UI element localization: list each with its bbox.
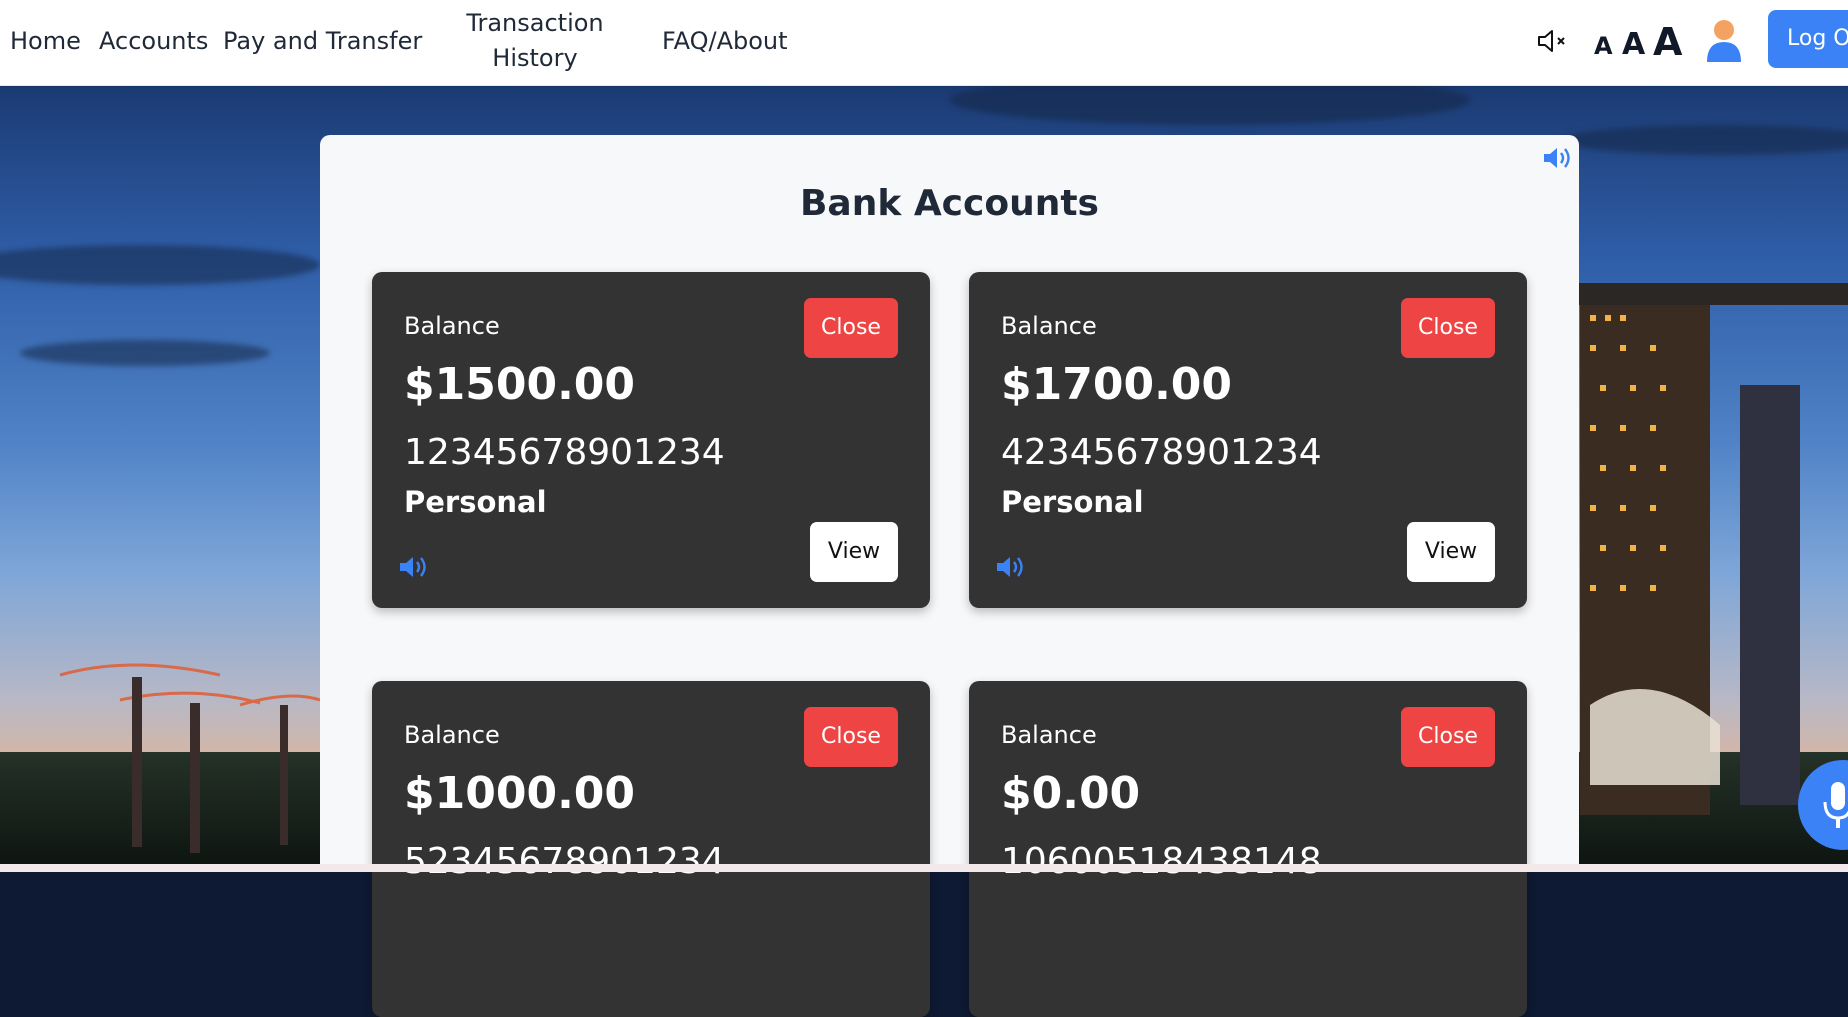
balance-label: Balance (404, 721, 500, 749)
voice-input-button[interactable] (1798, 760, 1848, 850)
balance-label: Balance (1001, 721, 1097, 749)
speaker-icon[interactable] (995, 554, 1025, 580)
mute-icon[interactable] (1536, 26, 1568, 56)
nav-home-link[interactable]: Home (10, 24, 81, 59)
user-avatar-icon[interactable] (1704, 18, 1744, 64)
nav-faq-about-link[interactable]: FAQ/About (662, 24, 788, 59)
nav-transaction-history-line2: History (492, 44, 578, 72)
balance-amount: $1700.00 (1001, 359, 1233, 410)
logout-button[interactable]: Log Out (1768, 10, 1848, 68)
view-account-button[interactable]: View (810, 522, 898, 582)
font-size-large-button[interactable]: A (1653, 20, 1682, 64)
account-number: 42345678901234 (1001, 432, 1322, 473)
bottom-edge (0, 864, 1848, 872)
close-account-button[interactable]: Close (804, 707, 898, 767)
balance-amount: $1000.00 (404, 768, 636, 819)
nav-transaction-history-line1: Transaction (466, 9, 604, 37)
close-account-button[interactable]: Close (1401, 707, 1495, 767)
view-account-button[interactable]: View (1407, 522, 1495, 582)
microphone-icon (1823, 782, 1848, 828)
account-number: 52345678901234 (404, 841, 725, 882)
account-type: Personal (1001, 485, 1144, 519)
speaker-icon[interactable] (1542, 145, 1572, 171)
account-type: Personal (404, 485, 547, 519)
balance-label: Balance (404, 312, 500, 340)
page-title: Bank Accounts (799, 183, 1099, 224)
account-card: Balance $1000.00 52345678901234 Close (372, 681, 930, 1017)
nav-accounts-link[interactable]: Accounts (99, 24, 208, 59)
close-account-button[interactable]: Close (1401, 298, 1495, 358)
account-number: 12345678901234 (404, 432, 725, 473)
account-number: 10600518438148 (1001, 841, 1322, 882)
balance-amount: $0.00 (1001, 768, 1141, 819)
account-card: Balance $0.00 10600518438148 Close (969, 681, 1527, 1017)
balance-amount: $1500.00 (404, 359, 636, 410)
font-size-small-button[interactable]: A (1594, 32, 1613, 60)
nav-transaction-history-link[interactable]: Transaction History (460, 6, 610, 76)
account-card: Balance $1500.00 12345678901234 Personal… (372, 272, 930, 608)
balance-label: Balance (1001, 312, 1097, 340)
close-account-button[interactable]: Close (804, 298, 898, 358)
top-navigation-bar: Home Accounts Pay and Transfer Transacti… (0, 0, 1848, 86)
account-card: Balance $1700.00 42345678901234 Personal… (969, 272, 1527, 608)
speaker-icon[interactable] (398, 554, 428, 580)
font-size-medium-button[interactable]: A (1622, 27, 1645, 62)
nav-pay-and-transfer-link[interactable]: Pay and Transfer (223, 24, 422, 59)
